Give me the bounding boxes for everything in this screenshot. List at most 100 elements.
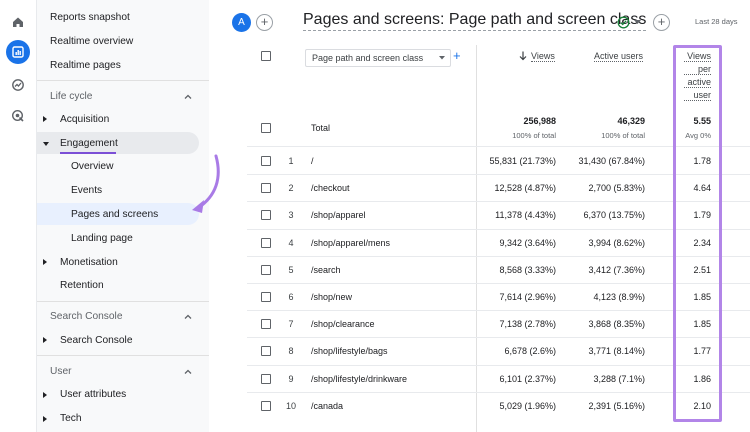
caret-down-icon[interactable]	[43, 142, 49, 146]
row-active-users: 3,771 (8.14%)	[588, 346, 645, 357]
chevron-up-icon[interactable]	[183, 92, 193, 102]
row-number: 8	[288, 346, 294, 357]
check-circle-icon[interactable]	[617, 16, 630, 29]
row-page-path[interactable]: /shop/lifestyle/bags	[311, 346, 388, 356]
header-checkbox[interactable]	[261, 51, 271, 61]
caret-right-icon[interactable]	[43, 416, 47, 422]
total-users: 46,329	[617, 116, 645, 126]
row-views: 5,029 (1.96%)	[499, 400, 556, 411]
chevron-up-icon[interactable]	[183, 312, 193, 322]
annotation-arrow-icon	[192, 154, 220, 213]
section-life-cycle[interactable]: Life cycle	[50, 91, 92, 102]
nav-divider	[37, 80, 209, 81]
row-number: 1	[288, 156, 294, 166]
row-active-users: 3,288 (7.1%)	[593, 373, 645, 384]
row-active-users: 4,123 (8.9%)	[593, 292, 645, 302]
row-views: 7,138 (2.78%)	[499, 319, 556, 330]
date-range[interactable]: Last 28 days	[695, 17, 738, 26]
nav-engagement[interactable]: Engagement	[60, 138, 118, 149]
row-checkbox[interactable]	[261, 346, 271, 357]
row-checkbox[interactable]	[261, 156, 271, 166]
nav-tech[interactable]: Tech	[60, 413, 82, 424]
total-checkbox[interactable]	[261, 123, 271, 133]
row-page-path[interactable]: /shop/clearance	[311, 319, 375, 329]
side-navigation: Reports snapshot Realtime overview Realt…	[37, 0, 209, 432]
row-page-path[interactable]: /	[311, 156, 314, 166]
row-active-users: 3,994 (8.62%)	[588, 237, 645, 248]
caret-right-icon[interactable]	[43, 116, 47, 122]
row-active-users: 6,370 (13.75%)	[583, 210, 645, 221]
avatar[interactable]: A	[232, 13, 251, 32]
section-search-console[interactable]: Search Console	[50, 311, 123, 322]
nav-retention[interactable]: Retention	[60, 280, 104, 291]
row-page-path[interactable]: /shop/apparel	[311, 210, 366, 220]
total-label: Total	[311, 123, 331, 133]
reports-icon[interactable]	[6, 40, 30, 64]
row-page-path[interactable]: /checkout	[311, 183, 350, 193]
add-comparison-icon[interactable]: +	[256, 14, 273, 31]
row-checkbox[interactable]	[261, 264, 271, 275]
row-number: 10	[285, 400, 296, 411]
row-checkbox[interactable]	[261, 319, 271, 330]
report-header: A + Pages and screens: Page path and scr…	[225, 0, 750, 45]
row-views: 7,614 (2.96%)	[499, 292, 556, 302]
nav-search-console[interactable]: Search Console	[60, 335, 133, 346]
nav-events[interactable]: Events	[71, 185, 102, 196]
row-number: 4	[288, 237, 294, 248]
nav-divider	[37, 355, 209, 356]
row-checkbox[interactable]	[261, 292, 271, 302]
row-views: 55,831 (21.73%)	[489, 156, 556, 166]
nav-acquisition[interactable]: Acquisition	[60, 114, 109, 125]
row-number: 2	[288, 183, 294, 194]
explore-icon[interactable]	[8, 75, 28, 95]
row-page-path[interactable]: /search	[311, 265, 341, 275]
row-checkbox[interactable]	[261, 400, 271, 411]
row-checkbox[interactable]	[261, 237, 271, 248]
row-page-path[interactable]: /shop/new	[311, 292, 352, 302]
row-views: 8,568 (3.33%)	[499, 264, 556, 275]
row-views: 9,342 (3.64%)	[499, 237, 556, 248]
total-users-percent: 100% of total	[601, 131, 645, 140]
row-active-users: 3,868 (8.35%)	[588, 319, 645, 330]
dimension-select[interactable]: Page path and screen class	[305, 49, 451, 67]
row-checkbox[interactable]	[261, 373, 271, 384]
chevron-up-icon[interactable]	[183, 367, 193, 377]
row-page-path[interactable]: /canada	[311, 401, 343, 411]
caret-right-icon[interactable]	[43, 259, 47, 265]
row-checkbox[interactable]	[261, 210, 271, 221]
home-icon[interactable]	[8, 12, 28, 32]
row-views: 6,678 (2.6%)	[504, 346, 556, 357]
caret-right-icon[interactable]	[43, 392, 47, 398]
row-checkbox[interactable]	[261, 183, 271, 194]
row-number: 6	[288, 292, 294, 302]
row-active-users: 3,412 (7.36%)	[588, 264, 645, 275]
icon-rail	[0, 0, 37, 432]
vpu-column-highlight	[673, 45, 722, 422]
row-page-path[interactable]: /shop/lifestyle/drinkware	[311, 374, 407, 384]
dropdown-arrow-icon[interactable]	[634, 20, 641, 25]
nav-reports-snapshot[interactable]: Reports snapshot	[50, 12, 130, 23]
row-number: 3	[288, 210, 294, 221]
nav-user-attributes[interactable]: User attributes	[60, 389, 126, 400]
sort-down-arrow-icon[interactable]	[519, 51, 527, 61]
caret-right-icon[interactable]	[43, 337, 47, 343]
row-page-path[interactable]: /shop/apparel/mens	[311, 238, 390, 248]
add-dimension-icon[interactable]: +	[453, 48, 461, 63]
dimension-label: Page path and screen class	[312, 53, 424, 63]
nav-landing-page[interactable]: Landing page	[71, 233, 133, 244]
add-icon[interactable]: +	[653, 14, 670, 31]
advertising-icon[interactable]	[8, 106, 28, 126]
nav-realtime-pages[interactable]: Realtime pages	[50, 60, 121, 71]
nav-pages-and-screens[interactable]: Pages and screens	[71, 209, 158, 220]
page-title[interactable]: Pages and screens: Page path and screen …	[303, 11, 647, 31]
row-active-users: 31,430 (67.84%)	[578, 156, 645, 166]
section-user[interactable]: User	[50, 366, 72, 377]
nav-monetisation[interactable]: Monetisation	[60, 257, 118, 268]
views-column-header[interactable]: Views	[531, 51, 555, 62]
active-users-column-header[interactable]: Active users	[594, 51, 644, 62]
row-number: 9	[288, 373, 294, 384]
engagement-underline	[60, 152, 116, 154]
row-views: 6,101 (2.37%)	[499, 373, 556, 384]
nav-realtime-overview[interactable]: Realtime overview	[50, 36, 133, 47]
nav-overview[interactable]: Overview	[71, 161, 113, 172]
